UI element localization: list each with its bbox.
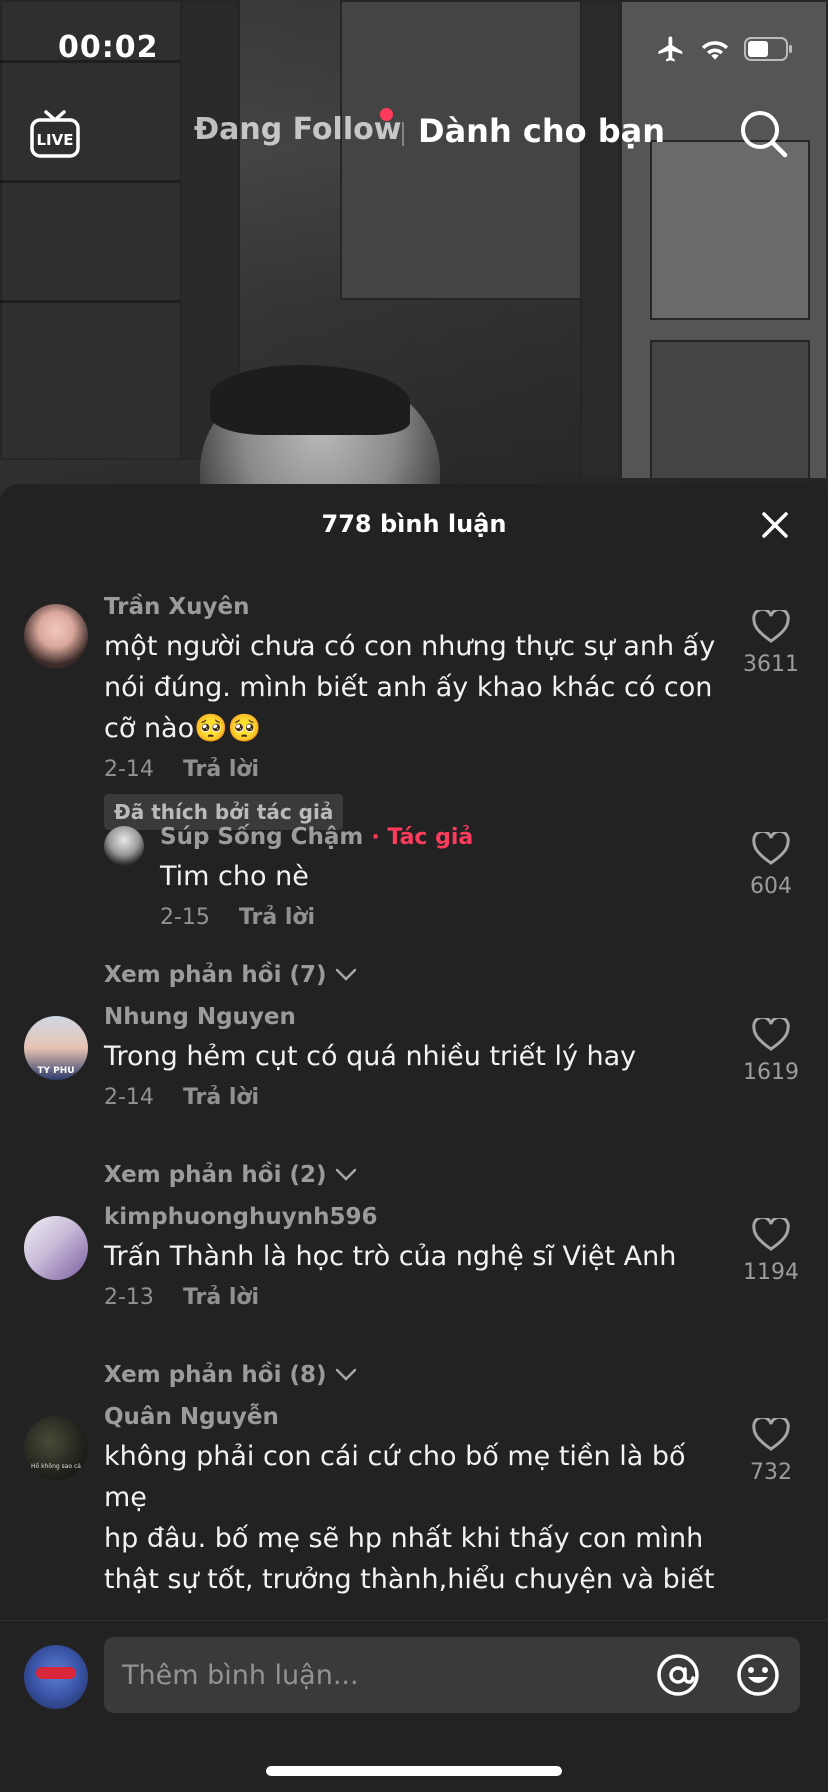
smiley-icon bbox=[737, 1654, 779, 1696]
status-icons bbox=[656, 34, 794, 64]
my-avatar[interactable] bbox=[24, 1645, 88, 1709]
top-nav: LIVE Đang Follow Dành cho bạn bbox=[0, 100, 828, 170]
comment-sheet: 778 bình luận Trần Xuyên một người chưa … bbox=[0, 484, 828, 1792]
at-sign-icon bbox=[657, 1654, 699, 1696]
comment-meta: 2-15 Trả lời bbox=[160, 905, 728, 930]
chevron-down-icon bbox=[335, 968, 356, 981]
comment-meta: 2-13 Trả lời bbox=[104, 1285, 728, 1310]
emoji-button[interactable] bbox=[736, 1653, 780, 1697]
like-button[interactable]: 732 bbox=[736, 1415, 806, 1485]
close-button[interactable] bbox=[758, 508, 792, 542]
search-icon bbox=[741, 111, 788, 158]
heart-icon bbox=[752, 607, 790, 643]
search-button[interactable] bbox=[738, 108, 790, 160]
comment-list[interactable]: Trần Xuyên một người chưa có con nhưng t… bbox=[0, 564, 828, 1700]
comment-text: không phải con cái cứ cho bố mẹ tiền là … bbox=[104, 1441, 715, 1595]
reply-button[interactable]: Trả lời bbox=[183, 1285, 259, 1310]
like-button[interactable]: 604 bbox=[736, 829, 806, 899]
mention-button[interactable] bbox=[656, 1653, 700, 1697]
comment-date: 2-13 bbox=[104, 1285, 154, 1310]
comment-input[interactable] bbox=[122, 1637, 642, 1713]
author-tag: · Tác giả bbox=[371, 825, 474, 850]
view-replies-button[interactable]: Xem phản hồi (2) bbox=[104, 1162, 357, 1188]
comment-username[interactable]: Quân Nguyễn bbox=[104, 1404, 728, 1430]
comment-username[interactable]: Nhung Nguyen bbox=[104, 1004, 728, 1030]
heart-icon bbox=[752, 1215, 790, 1251]
chevron-down-icon bbox=[335, 1168, 356, 1181]
like-count: 3611 bbox=[743, 652, 799, 677]
live-tv-icon: LIVE bbox=[30, 110, 80, 158]
status-bar: 00:02 bbox=[0, 0, 828, 100]
comment-meta: 2-14 Trả lời bbox=[104, 757, 728, 782]
notification-dot bbox=[380, 108, 393, 121]
comment-meta: 2-14 Trả lời bbox=[104, 1085, 728, 1110]
tab-divider bbox=[402, 122, 404, 146]
svg-text:LIVE: LIVE bbox=[37, 131, 74, 149]
like-button[interactable]: 1194 bbox=[736, 1215, 806, 1285]
close-icon bbox=[762, 512, 788, 538]
comment-text: Trong hẻm cụt có quá nhiều triết lý hay bbox=[104, 1041, 637, 1072]
comment-text: Trấn Thành là học trò của nghệ sĩ Việt A… bbox=[104, 1241, 677, 1272]
tab-for-you[interactable]: Dành cho bạn bbox=[418, 112, 665, 150]
heart-icon bbox=[752, 1415, 790, 1451]
comment-text: Tim cho nè bbox=[160, 861, 309, 892]
comment-username[interactable]: Trần Xuyên bbox=[104, 594, 728, 620]
reply-button[interactable]: Trả lời bbox=[183, 1085, 259, 1110]
comment-username[interactable]: kimphuonghuynh596 bbox=[104, 1204, 728, 1230]
avatar[interactable]: TY PHU bbox=[24, 1016, 88, 1080]
reply-button[interactable]: Trả lời bbox=[239, 905, 315, 930]
home-indicator bbox=[266, 1766, 562, 1776]
comment-date: 2-15 bbox=[160, 905, 210, 930]
avatar[interactable] bbox=[24, 1216, 88, 1280]
airplane-icon bbox=[658, 36, 683, 62]
comment-date: 2-14 bbox=[104, 757, 154, 782]
chevron-down-icon bbox=[335, 1368, 356, 1381]
comment-username[interactable]: Súp Sống Chậm bbox=[160, 824, 363, 850]
like-button[interactable]: 3611 bbox=[736, 607, 806, 677]
reply-button[interactable]: Trả lời bbox=[183, 757, 259, 782]
like-button[interactable]: 1619 bbox=[736, 1015, 806, 1085]
view-replies-button[interactable]: Xem phản hồi (7) bbox=[104, 962, 357, 988]
status-time: 00:02 bbox=[58, 30, 159, 65]
like-count: 604 bbox=[750, 874, 792, 899]
like-count: 732 bbox=[750, 1460, 792, 1485]
live-button[interactable]: LIVE bbox=[28, 108, 82, 162]
avatar[interactable]: Hồ không sao cả bbox=[24, 1416, 88, 1480]
like-count: 1619 bbox=[743, 1060, 799, 1085]
view-replies-button[interactable]: Xem phản hồi (8) bbox=[104, 1362, 357, 1388]
avatar[interactable] bbox=[104, 826, 144, 866]
comment-input-box[interactable] bbox=[104, 1637, 800, 1713]
wifi-icon bbox=[701, 41, 729, 60]
tab-following[interactable]: Đang Follow bbox=[194, 112, 401, 147]
comment-input-bar bbox=[0, 1620, 828, 1792]
heart-icon bbox=[752, 829, 790, 865]
avatar[interactable] bbox=[24, 604, 88, 668]
comment-text: một người chưa có con nhưng thực sự anh … bbox=[104, 631, 716, 744]
comment-count-title: 778 bình luận bbox=[321, 510, 507, 538]
like-count: 1194 bbox=[743, 1260, 799, 1285]
heart-icon bbox=[752, 1015, 790, 1051]
sheet-header: 778 bình luận bbox=[0, 484, 828, 564]
battery-icon bbox=[744, 37, 792, 61]
comment-date: 2-14 bbox=[104, 1085, 154, 1110]
